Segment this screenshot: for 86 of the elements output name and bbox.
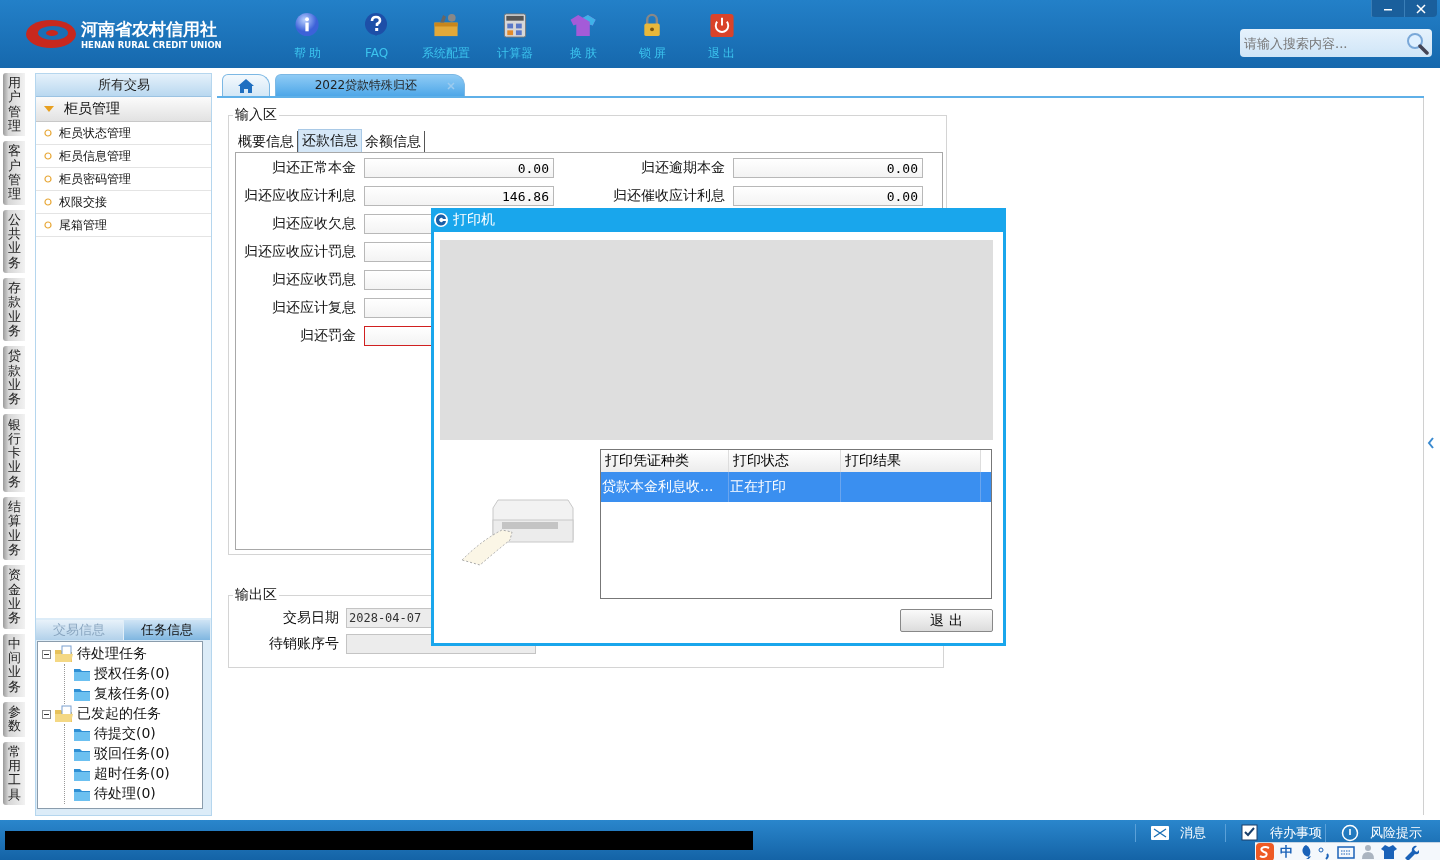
form-tab[interactable]: 还款信息 <box>298 129 362 152</box>
dialog-title: 打印机 <box>431 208 1006 232</box>
menu-item[interactable]: 柜员密码管理 <box>36 168 211 191</box>
field-label: 归还正常本金 <box>271 159 356 177</box>
side-tab[interactable]: 用户管理 <box>3 73 25 137</box>
field-label: 归还催收应计利息 <box>612 187 725 205</box>
folder-icon <box>73 786 91 802</box>
logo-icon <box>25 17 77 51</box>
panel-tab[interactable]: 任务信息 <box>123 620 211 640</box>
menu-group[interactable]: 柜员管理 <box>36 97 211 122</box>
section-title: 输出区 <box>234 586 278 604</box>
folder-icon <box>73 746 91 762</box>
input-field[interactable]: 0.00 <box>733 186 923 206</box>
field-label: 归还罚金 <box>299 327 356 345</box>
side-tab[interactable]: 存款业务 <box>3 277 25 342</box>
form-tab[interactable]: 余额信息 <box>362 131 425 152</box>
status-item[interactable]: 消息 <box>1135 824 1225 842</box>
menu-item[interactable]: 权限交接 <box>36 191 211 214</box>
field-label: 归还应收欠息 <box>271 215 356 233</box>
input-field[interactable]: 0.00 <box>364 158 554 178</box>
document-tab[interactable]: 2022贷款特殊归还 <box>275 74 465 96</box>
side-tab[interactable]: 银行卡业务 <box>3 414 25 493</box>
home-tab[interactable] <box>222 74 270 96</box>
close-icon <box>1416 3 1426 14</box>
side-tab[interactable]: 参数 <box>3 701 25 737</box>
ime-mode[interactable]: 中 <box>1280 843 1293 860</box>
field-label: 归还应收应计罚息 <box>243 243 356 261</box>
tree-item[interactable]: 待处理任务 <box>77 645 147 663</box>
keyboard-icon <box>1337 844 1355 859</box>
folder-icon <box>54 705 74 723</box>
logo-title: 河南省农村信用社 <box>81 18 218 40</box>
circle-icon <box>44 198 52 206</box>
side-tab[interactable]: 贷款业务 <box>3 346 25 410</box>
circle-icon <box>44 221 52 229</box>
column-header[interactable]: 打印状态 <box>729 450 841 472</box>
exit-button[interactable]: 退 出 <box>900 609 993 632</box>
tree-item[interactable]: 待提交(0) <box>94 725 156 743</box>
side-tab[interactable]: 客户管理 <box>3 141 25 205</box>
side-tab[interactable]: 公共业务 <box>3 209 25 273</box>
home-icon <box>237 77 255 94</box>
folder-icon <box>73 666 91 682</box>
shirt-icon <box>1381 843 1397 860</box>
circle-icon <box>44 129 52 137</box>
search-icon <box>1405 31 1429 55</box>
shirt-icon <box>569 12 598 39</box>
menu-item[interactable]: 尾箱管理 <box>36 214 211 237</box>
circle-icon <box>44 175 52 183</box>
search-field[interactable]: 请输入搜索内容... <box>1240 29 1432 57</box>
folder-icon <box>54 645 74 663</box>
side-tab[interactable]: 结算业务 <box>3 497 25 561</box>
folder-icon <box>73 726 91 742</box>
section-title: 输入区 <box>234 106 278 124</box>
tree-item[interactable]: 授权任务(0) <box>94 665 170 683</box>
info-icon <box>293 12 322 39</box>
menu-item[interactable]: 柜员状态管理 <box>36 122 211 145</box>
field-label: 待销账序号 <box>268 635 339 653</box>
logo-subtitle: HENAN RURAL CREDIT UNION <box>81 40 222 50</box>
side-tab[interactable]: 资金业务 <box>3 565 25 629</box>
person-icon <box>1361 843 1375 860</box>
power-icon <box>707 12 736 39</box>
input-field[interactable]: 0.00 <box>733 158 923 178</box>
folder-icon <box>73 766 91 782</box>
close-icon <box>447 81 456 90</box>
side-tab[interactable]: 常用工具 <box>3 741 25 805</box>
column-header[interactable]: 打印凭证种类 <box>601 450 729 472</box>
field-label: 归还应收应计利息 <box>243 187 356 205</box>
input-field[interactable]: 146.86 <box>364 186 554 206</box>
tree-item[interactable]: 驳回任务(0) <box>94 745 170 763</box>
tree-item[interactable]: 待处理(0) <box>94 785 156 803</box>
field-label: 归还逾期本金 <box>640 159 725 177</box>
swirl-icon <box>433 212 449 228</box>
field-label: 交易日期 <box>282 609 339 627</box>
column-header[interactable]: 打印结果 <box>841 450 981 472</box>
mail-icon <box>1150 824 1170 842</box>
tree-item[interactable]: 已发起的任务 <box>77 705 161 723</box>
field-label: 归还应计复息 <box>271 299 356 317</box>
field-label: 归还应收罚息 <box>271 271 356 289</box>
circle-icon <box>44 152 52 160</box>
wrench-icon <box>1403 843 1419 860</box>
tree-item[interactable]: 超时任务(0) <box>94 765 170 783</box>
panel-title: 所有交易 <box>36 74 211 97</box>
side-tab[interactable]: 中间业务 <box>3 633 25 697</box>
menu-item[interactable]: 柜员信息管理 <box>36 145 211 168</box>
toolbox-icon <box>431 12 460 39</box>
tree-item[interactable]: 复核任务(0) <box>94 685 170 703</box>
folder-icon <box>73 686 91 702</box>
